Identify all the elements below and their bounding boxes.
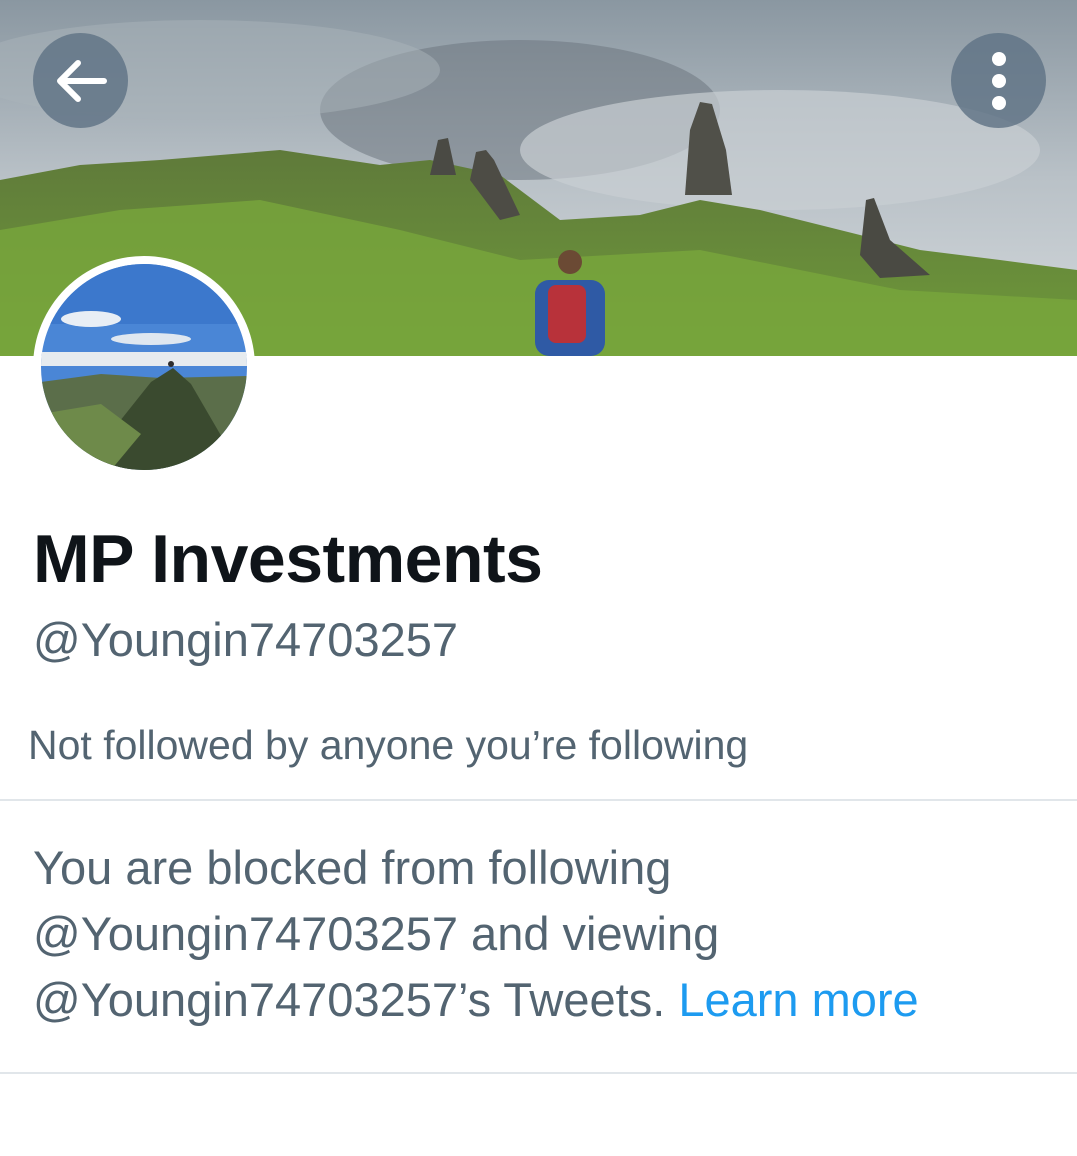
back-button[interactable] <box>33 33 128 128</box>
divider <box>0 1072 1077 1074</box>
avatar[interactable] <box>33 256 255 478</box>
avatar-image <box>41 264 247 470</box>
blocked-notice-line-1: You are blocked from following <box>33 841 672 894</box>
followers-you-know-note: Not followed by anyone you’re following <box>28 722 749 768</box>
vertical-dots-icon <box>991 51 1006 110</box>
blocked-notice: You are blocked from following @Youngin7… <box>33 835 1033 1033</box>
blocked-notice-line-3: @Youngin74703257’s Tweets. Learn more <box>33 967 1033 1033</box>
blocked-notice-line-2: @Youngin74703257 and viewing <box>33 907 720 960</box>
arrow-left-icon <box>56 59 107 102</box>
more-options-button[interactable] <box>951 33 1046 128</box>
profile-handle: @Youngin74703257 <box>33 613 458 666</box>
profile-display-name: MP Investments <box>33 521 543 597</box>
blocked-notice-line-3-text: @Youngin74703257’s Tweets. <box>33 973 666 1026</box>
divider <box>0 799 1077 801</box>
learn-more-link[interactable]: Learn more <box>678 973 918 1026</box>
